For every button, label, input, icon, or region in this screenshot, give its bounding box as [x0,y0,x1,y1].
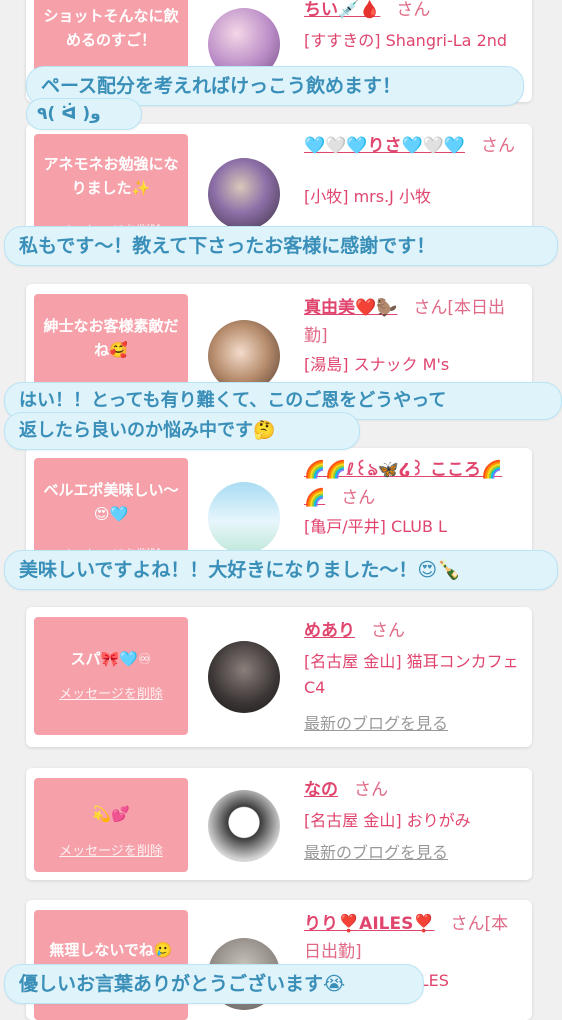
message-text: ショットそんなに飲めるのすご！ [43,7,179,49]
latest-blog-link[interactable]: 最新のブログを見る [304,711,522,737]
message-list-page: ショットそんなに飲めるのすご！ ちい💉🩸 さん [すすきの] Shangri-L… [0,0,562,1020]
caption-bubble: 美味しいですよね！！大好きになりました〜！😍🍾 [4,550,558,590]
message-box: スパ🎀🩵♾ メッセージを削除 [34,617,188,735]
cast-name-link[interactable]: ちい💉🩸 [304,0,380,20]
cast-name-link[interactable]: 真由美❤️🦫 [304,298,397,318]
shop-name: [名古屋 金山] おりがみ [304,811,471,830]
message-text: アネモネお勉強になりました✨ [43,155,179,197]
honorific: さん [371,621,406,641]
honorific: さん [341,488,376,508]
message-text: 💫💕 [92,805,130,823]
caption-bubble: 返したら良いのか悩み中です🤔 [4,412,360,450]
caption-text: 優しいお言葉ありがとうございます😭 [19,973,346,995]
delete-message-link[interactable]: メッセージを削除 [34,683,188,702]
latest-blog-link[interactable]: 最新のブログを見る [304,840,522,866]
honorific: さん [354,780,389,800]
cast-name-link[interactable]: 🌈🌈ℓ꒰ঌ🦋໒꒱ こころ🌈🌈 [304,460,502,508]
shop-name: [すすきの] Shangri-La 2nd [304,31,508,50]
message-text: 紳士なお客様素敵だね🥰 [43,317,179,359]
cast-name-link[interactable]: りり❣️AILES❣️ [304,914,435,934]
caption-bubble: 私もです〜！教えて下さったお客様に感謝です！ [4,226,558,266]
shop-name: [亀戸/平井] CLUB L [304,517,447,536]
caption-text: 美味しいですよね！！大好きになりました〜！😍🍾 [19,559,461,581]
shop-name: [小牧] mrs.J 小牧 [304,187,431,206]
avatar[interactable] [208,482,280,554]
caption-bubble: 優しいお言葉ありがとうございます😭 [4,964,424,1004]
cast-name-link[interactable]: 🩵🤍🩵りさ🩵🤍🩵 [304,136,465,156]
delete-message-link[interactable]: メッセージを削除 [34,840,188,859]
message-text: 無理しないでね🥲 [49,941,173,959]
honorific: さん [413,298,448,318]
cast-name-link[interactable]: なの [304,780,338,800]
caption-text: 私もです〜！教えて下さったお客様に感謝です！ [19,235,436,257]
honorific: さん [481,136,516,156]
caption-bubble: ٩( ᐛ )و [26,98,142,130]
avatar[interactable] [208,790,280,862]
caption-text: ペース配分を考えればけっこう飲めます！ [41,75,402,97]
avatar[interactable] [208,641,280,713]
list-item: スパ🎀🩵♾ メッセージを削除 めあり さん [名古屋 金山] 猫耳コンカフェ C… [26,607,532,747]
message-box: 💫💕 メッセージを削除 [34,778,188,872]
avatar[interactable] [208,158,280,230]
message-text: ベルエポ美味しい〜😍🩵 [43,481,179,523]
honorific: さん [396,0,431,20]
caption-text: 返したら良いのか悩み中です🤔 [19,420,276,441]
shop-name: [名古屋 金山] 猫耳コンカフェ C4 [304,652,519,697]
message-text: スパ🎀🩵♾ [70,650,152,668]
message-box: ショットそんなに飲めるのすご！ [34,0,188,72]
caption-text: ٩( ᐛ )و [37,104,101,124]
caption-text: はい！！とっても有り難くて、このご恩をどうやって [19,390,447,411]
cast-name-link[interactable]: めあり [304,621,355,641]
list-item: 💫💕 メッセージを削除 なの さん [名古屋 金山] おりがみ 最新のブログを見… [26,768,532,880]
honorific: さん [450,914,485,934]
shop-name: [湯島] スナック M's [304,355,450,374]
